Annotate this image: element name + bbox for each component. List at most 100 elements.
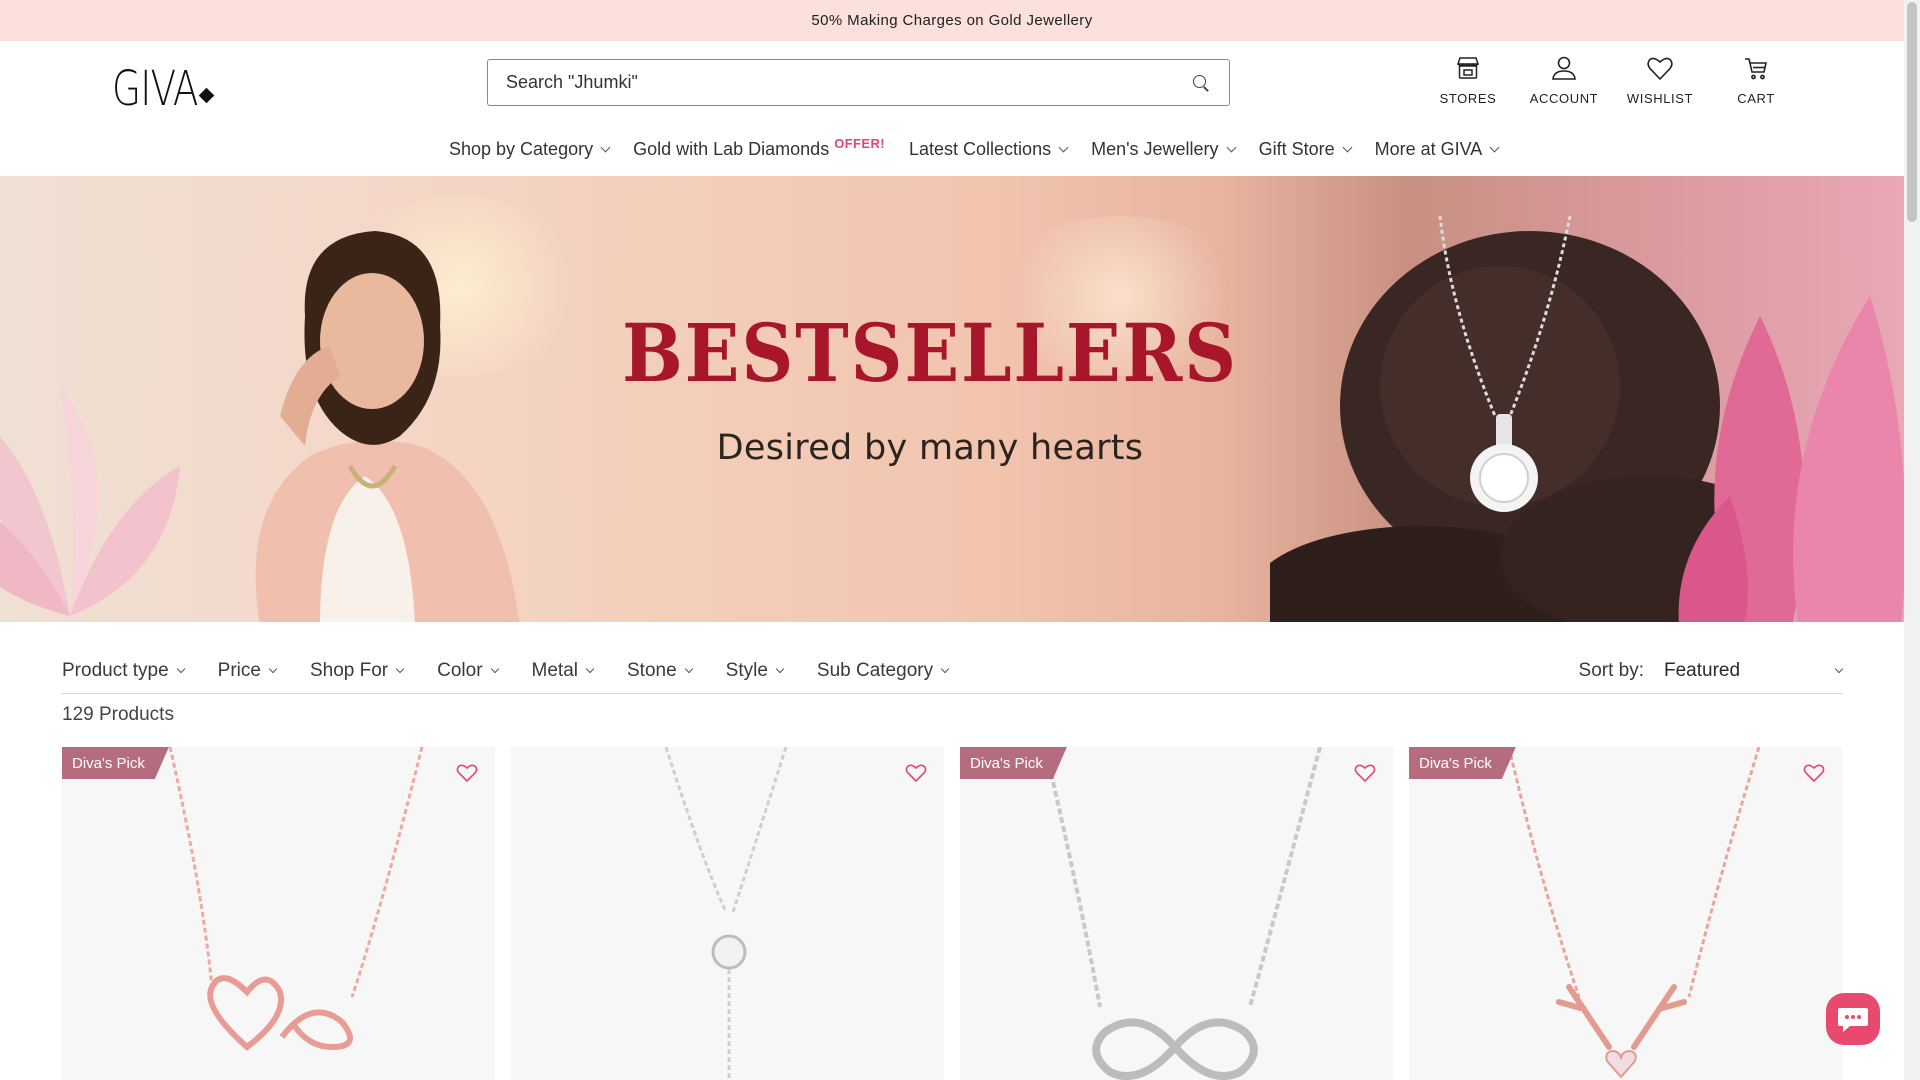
filter-sub-category[interactable]: Sub Category (816, 659, 950, 682)
product-card[interactable]: Diva's Pick (1409, 747, 1842, 1080)
heart-icon (1647, 57, 1673, 81)
hero-title: BESTSELLERS (622, 306, 1238, 400)
cart-icon (1745, 58, 1767, 80)
filter-color[interactable]: Color (437, 659, 499, 682)
chevron-down-icon (1058, 142, 1069, 152)
nav-label: Men's Jewellery (1091, 138, 1219, 159)
model-illustration (255, 231, 520, 622)
filter-product-type[interactable]: Product type (62, 659, 185, 682)
product-image (1507, 747, 1761, 1079)
filter-price[interactable]: Price (217, 659, 278, 682)
chevron-down-icon (1342, 142, 1353, 152)
product-count: 129 Products (62, 704, 174, 725)
filter-label: Shop For (309, 659, 389, 681)
logo-text: GIVA (112, 61, 199, 117)
nav-mens-jewellery[interactable]: Men's Jewellery (1091, 138, 1237, 160)
product-grid: Diva's Pick Diva's Pick Diva's Pick (62, 747, 1842, 1080)
wishlist-heart-icon[interactable] (455, 761, 479, 785)
chevron-down-icon (940, 664, 950, 673)
search-input[interactable] (506, 72, 1191, 93)
chevron-down-icon (1834, 664, 1844, 674)
chevron-down-icon (600, 142, 611, 152)
chat-button[interactable] (1826, 993, 1880, 1045)
filter-stone[interactable]: Stone (627, 659, 693, 682)
wishlist-heart-icon[interactable] (1802, 761, 1826, 785)
search-bar[interactable] (487, 59, 1230, 106)
sort-select[interactable]: Featured (1664, 660, 1844, 682)
account-link[interactable]: ACCOUNT (1516, 53, 1612, 106)
nav-label: Gold with Lab Diamonds (633, 138, 830, 159)
chevron-down-icon (176, 664, 185, 673)
divas-pick-badge: Diva's Pick (1409, 747, 1516, 779)
product-card[interactable] (511, 747, 944, 1080)
filter-label: Product type (62, 659, 169, 681)
filter-label: Color (437, 659, 483, 681)
badge-text: Diva's Pick (970, 754, 1043, 772)
product-card[interactable]: Diva's Pick (62, 747, 495, 1080)
chevron-down-icon (684, 664, 693, 673)
chat-bubble-icon (1838, 1008, 1868, 1032)
cart-label: CART (1737, 91, 1775, 106)
nav-label: Gift Store (1258, 138, 1335, 159)
nav-label: Shop by Category (449, 138, 594, 159)
nav-label: More at GIVA (1374, 138, 1483, 159)
user-icon (1552, 56, 1576, 80)
nav-latest-collections[interactable]: Latest Collections (909, 138, 1069, 160)
filter-label: Sub Category (816, 659, 934, 681)
filter-shop-for[interactable]: Shop For (309, 659, 405, 682)
header-icons: STORES ACCOUNT WISHLIST CART (1420, 53, 1804, 106)
nav-gift-store[interactable]: Gift Store (1258, 138, 1353, 160)
badge-text: Diva's Pick (72, 754, 145, 772)
offer-tag: OFFER! (834, 135, 885, 151)
filter-style[interactable]: Style (726, 660, 785, 682)
stores-link[interactable]: STORES (1420, 53, 1516, 106)
nav-more-at-giva[interactable]: More at GIVA (1374, 138, 1500, 160)
lotus-flower-illustration (0, 386, 180, 616)
filter-label: Stone (627, 659, 677, 681)
product-image (1043, 747, 1322, 1080)
product-card[interactable]: Diva's Pick (960, 747, 1393, 1080)
lotus-petal-illustration (1678, 296, 1904, 622)
logo-diamond-icon (198, 87, 215, 104)
divas-pick-badge: Diva's Pick (62, 747, 169, 779)
badge-text: Diva's Pick (1419, 754, 1492, 772)
giva-logo[interactable]: GIVA (112, 59, 222, 119)
site-header: GIVA STORES ACCOUNT WIS (0, 41, 1904, 176)
account-label: ACCOUNT (1529, 91, 1599, 106)
cart-link[interactable]: CART (1708, 53, 1804, 106)
filter-bar: Product type Price Shop For Color Metal … (62, 648, 1844, 694)
chevron-down-icon (268, 664, 278, 673)
wishlist-label: WISHLIST (1626, 91, 1694, 106)
main-nav: Shop by Category Gold with Lab Diamonds … (449, 129, 1522, 169)
announcement-text: 50% Making Charges on Gold Jewellery (811, 12, 1093, 29)
nav-gold-lab-diamonds[interactable]: Gold with Lab Diamonds OFFER! (633, 135, 885, 160)
sort-label: Sort by: (1578, 660, 1644, 681)
nav-shop-by-category[interactable]: Shop by Category (449, 138, 611, 160)
hero-banner[interactable]: BESTSELLERS Desired by many hearts (0, 176, 1904, 622)
stores-label: STORES (1439, 91, 1497, 106)
chevron-down-icon (585, 664, 595, 673)
product-image (168, 747, 424, 1051)
wishlist-heart-icon[interactable] (904, 761, 928, 785)
filter-metal[interactable]: Metal (531, 659, 595, 682)
store-icon (1456, 57, 1480, 79)
chevron-down-icon (1489, 142, 1500, 152)
chevron-down-icon (775, 664, 785, 673)
filter-label: Price (217, 659, 261, 681)
search-icon[interactable] (1191, 73, 1211, 93)
wishlist-heart-icon[interactable] (1353, 761, 1377, 785)
chevron-down-icon (490, 664, 499, 673)
sort-value: Featured (1664, 660, 1741, 681)
page-scrollbar[interactable] (1904, 0, 1920, 1080)
pendant-necklace-illustration (1438, 216, 1572, 512)
wishlist-link[interactable]: WISHLIST (1612, 53, 1708, 106)
divas-pick-badge: Diva's Pick (960, 747, 1067, 779)
filter-label: Metal (531, 659, 578, 681)
announcement-bar: 50% Making Charges on Gold Jewellery (0, 0, 1904, 41)
nav-label: Latest Collections (909, 138, 1052, 159)
sort-control: Sort by: Featured (1578, 648, 1844, 694)
scrollbar-thumb[interactable] (1907, 2, 1917, 222)
chevron-down-icon (1226, 142, 1237, 152)
hero-subtitle: Desired by many hearts (716, 428, 1144, 468)
chevron-down-icon (395, 664, 405, 673)
